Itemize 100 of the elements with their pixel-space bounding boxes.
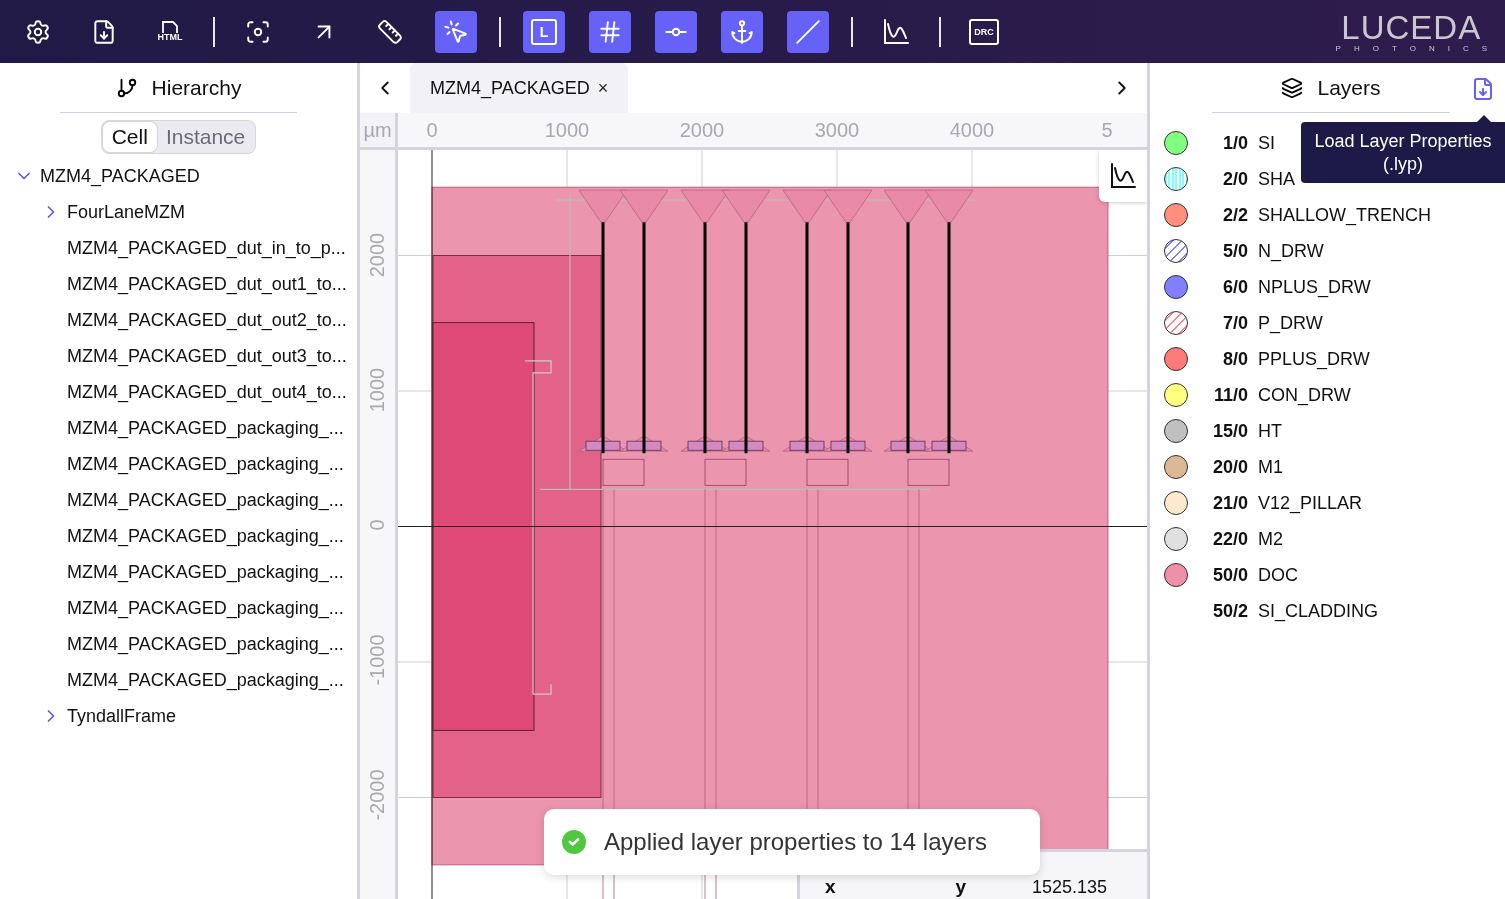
toolbar-button[interactable]: HTML bbox=[149, 10, 191, 53]
logo-wordmark: LUCEDA bbox=[1341, 10, 1482, 44]
layer-swatch[interactable] bbox=[1164, 203, 1188, 227]
layer-number: 22/0 bbox=[1211, 528, 1248, 550]
chart-icon bbox=[882, 17, 910, 46]
coordinate-label: x bbox=[825, 876, 836, 898]
layer-number: 2/0 bbox=[1221, 168, 1248, 190]
tree-item[interactable]: MZM4_PACKAGED_packaging_... bbox=[67, 597, 344, 619]
line-icon bbox=[795, 18, 821, 45]
layer-name: SI_CLADDING bbox=[1258, 600, 1379, 622]
layer-name: PPLUS_DRW bbox=[1258, 348, 1370, 370]
toolbar-button[interactable] bbox=[589, 10, 631, 53]
layer-number: 5/0 bbox=[1221, 240, 1248, 262]
tree-item[interactable]: TyndallFrame bbox=[67, 705, 177, 727]
layer-swatch[interactable] bbox=[1164, 563, 1188, 587]
layer-name: P_DRW bbox=[1258, 312, 1323, 334]
ruler-label: 0 bbox=[365, 519, 389, 531]
layer-number: 50/2 bbox=[1211, 600, 1248, 622]
tree-item[interactable]: MZM4_PACKAGED_dut_out4_to... bbox=[67, 381, 347, 403]
layer-swatch[interactable] bbox=[1164, 527, 1188, 551]
logo-tagline: PHOTONICS bbox=[1335, 43, 1500, 53]
layer-swatch[interactable] bbox=[1164, 131, 1188, 155]
toolbar-button[interactable] bbox=[787, 10, 829, 53]
layer-swatch[interactable] bbox=[1164, 239, 1188, 263]
layer-name: DOC bbox=[1258, 564, 1298, 586]
ruler-label: 2000 bbox=[365, 232, 389, 278]
layer-number: 20/0 bbox=[1211, 456, 1248, 478]
layer-name: HT bbox=[1258, 420, 1282, 442]
toolbar-button[interactable]: DRC bbox=[963, 10, 1005, 53]
tree-item[interactable]: MZM4_PACKAGED_dut_out3_to... bbox=[67, 345, 347, 367]
ruler-label: 1000 bbox=[544, 119, 590, 142]
layer-number: 11/0 bbox=[1212, 384, 1248, 406]
ruler-label: 4000 bbox=[949, 119, 995, 142]
ruler-label: 2000 bbox=[679, 119, 725, 142]
pointer-icon bbox=[443, 18, 469, 45]
tree-item[interactable]: MZM4_PACKAGED_packaging_... bbox=[67, 453, 344, 475]
layer-number: 15/0 bbox=[1211, 420, 1248, 442]
tree-item[interactable]: MZM4_PACKAGED_dut_out1_to... bbox=[67, 273, 347, 295]
tree-item[interactable]: MZM4_PACKAGED_packaging_... bbox=[67, 417, 344, 439]
ruler-label: -1000 bbox=[365, 634, 389, 686]
layer-swatch[interactable] bbox=[1164, 419, 1188, 443]
layer-swatch[interactable] bbox=[1164, 275, 1188, 299]
layer-number: 2/2 bbox=[1221, 204, 1248, 226]
toolbar-button[interactable]: L bbox=[523, 10, 565, 53]
toolbar-button[interactable] bbox=[655, 10, 697, 53]
l-box-icon: L bbox=[531, 18, 557, 45]
tree-item[interactable]: MZM4_PACKAGED_packaging_... bbox=[67, 525, 344, 547]
layer-swatch[interactable] bbox=[1164, 383, 1188, 407]
layer-name: SHALLOW_TRENCH bbox=[1258, 204, 1432, 226]
ruler-label: 5 bbox=[1101, 119, 1113, 142]
chart-button[interactable] bbox=[1099, 150, 1147, 202]
mode-toggle[interactable]: Cell bbox=[102, 122, 157, 152]
layer-name: V12_PILLAR bbox=[1258, 492, 1363, 514]
tree-item[interactable]: MZM4_PACKAGED bbox=[40, 165, 200, 187]
coordinate-label: y bbox=[955, 876, 967, 898]
tree-item[interactable]: MZM4_PACKAGED_dut_in_to_p... bbox=[67, 237, 346, 259]
ruler-label: 3000 bbox=[814, 119, 860, 142]
toast-message: Applied layer properties to 14 layers bbox=[604, 828, 987, 856]
ruler-label: 0 bbox=[426, 119, 438, 142]
tree-item[interactable]: MZM4_PACKAGED_packaging_... bbox=[67, 633, 344, 655]
tree-item[interactable]: MZM4_PACKAGED_dut_out2_to... bbox=[67, 309, 347, 331]
layer-name: M1 bbox=[1258, 456, 1283, 478]
layer-name: SHA bbox=[1258, 168, 1295, 190]
unit-label: µm bbox=[363, 118, 392, 142]
tree-item[interactable]: MZM4_PACKAGED_packaging_... bbox=[67, 561, 344, 583]
layer-swatch[interactable] bbox=[1164, 347, 1188, 371]
layer-name: SI bbox=[1258, 132, 1275, 154]
toolbar-button[interactable] bbox=[435, 10, 477, 53]
mode-toggle[interactable]: Instance bbox=[156, 122, 255, 152]
grid-icon bbox=[597, 18, 623, 45]
hierarchy-icon bbox=[115, 76, 138, 99]
layer-number: 6/0 bbox=[1221, 276, 1248, 298]
layer-name: N_DRW bbox=[1258, 240, 1324, 262]
tree-item[interactable]: FourLaneMZM bbox=[67, 201, 186, 223]
layer-name: M2 bbox=[1258, 528, 1283, 550]
ruler-label: -2000 bbox=[365, 769, 389, 821]
layer-number: 7/0 bbox=[1221, 312, 1248, 334]
ruler-label: 1000 bbox=[365, 367, 389, 413]
file-icon bbox=[160, 21, 180, 33]
panel-title: Layers bbox=[1317, 75, 1381, 100]
tree-item[interactable]: MZM4_PACKAGED_packaging_... bbox=[67, 669, 344, 691]
layers-icon bbox=[1281, 76, 1304, 99]
html-icon-label: HTML bbox=[157, 33, 183, 42]
tree-item[interactable]: MZM4_PACKAGED_packaging_... bbox=[67, 489, 344, 511]
layer-number: 1/0 bbox=[1221, 132, 1248, 154]
load-file-button[interactable] bbox=[1471, 77, 1495, 101]
panel-title: Hierarchy bbox=[151, 75, 242, 100]
settings-icon bbox=[25, 18, 51, 45]
layer-swatch[interactable] bbox=[1164, 167, 1188, 191]
coordinate-value: 1525.135 bbox=[1031, 877, 1107, 898]
anchor-icon bbox=[729, 18, 755, 45]
document-tab[interactable]: MZM4_PACKAGED × bbox=[410, 63, 629, 113]
layer-swatch[interactable] bbox=[1164, 491, 1188, 515]
layer-number: 50/0 bbox=[1211, 564, 1248, 586]
layer-swatch[interactable] bbox=[1164, 455, 1188, 479]
ruler-icon bbox=[377, 18, 403, 45]
toolbar-button[interactable] bbox=[721, 10, 763, 53]
drc-icon: DRC bbox=[969, 18, 999, 45]
layer-swatch[interactable] bbox=[1164, 311, 1188, 335]
layer-name: NPLUS_DRW bbox=[1258, 276, 1371, 298]
